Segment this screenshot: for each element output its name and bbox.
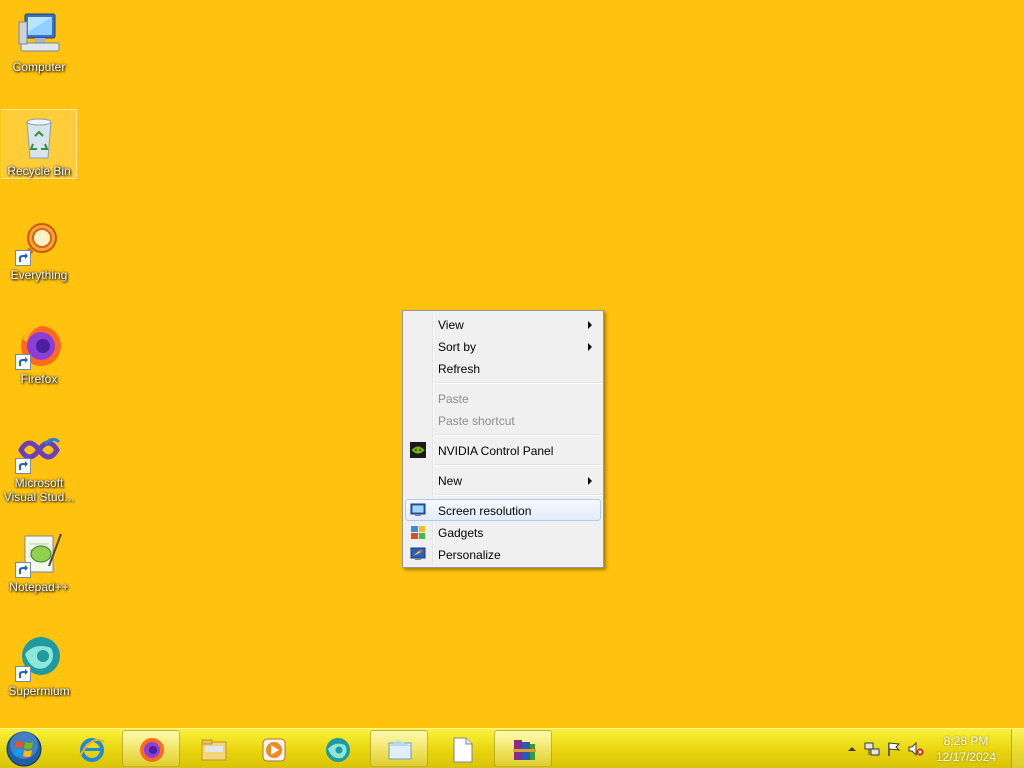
- display-icon: [410, 503, 426, 516]
- menu-item-label: View: [438, 318, 464, 332]
- menu-item-label: Paste: [438, 392, 469, 406]
- menu-separator: [433, 494, 601, 496]
- internet-explorer-icon: [79, 738, 105, 762]
- shortcut-arrow-icon: [15, 354, 31, 370]
- menu-item-paste-shortcut: Paste shortcut: [405, 409, 601, 431]
- submenu-arrow-icon: [588, 321, 592, 329]
- desktop-icon-label: Firefox: [20, 372, 58, 386]
- visual-studio-icon: [15, 426, 63, 474]
- menu-item-label: Refresh: [438, 362, 481, 376]
- menu-item-label: New: [438, 474, 463, 488]
- winrar-icon: [513, 740, 536, 760]
- menu-item-sort-by[interactable]: Sort by: [405, 335, 601, 357]
- system-tray: 8:28 PM 12/17/2024: [834, 729, 1024, 768]
- network-icon[interactable]: [864, 741, 880, 757]
- desktop-icon-label: Computer: [12, 60, 66, 74]
- taskbar-winrar[interactable]: [494, 730, 552, 767]
- media-player-icon: [262, 738, 286, 762]
- menu-item-screen-resolution[interactable]: Screen resolution: [405, 499, 601, 521]
- clock-date: 12/17/2024: [935, 750, 997, 764]
- menu-item-paste: Paste: [405, 387, 601, 409]
- shortcut-arrow-icon: [15, 458, 31, 474]
- menu-item-label: NVIDIA Control Panel: [438, 444, 554, 458]
- computer-icon: [15, 10, 63, 58]
- menu-item-new[interactable]: New: [405, 469, 601, 491]
- menu-item-label: Sort by: [438, 340, 477, 354]
- taskbar-folder-window[interactable]: [370, 730, 428, 767]
- shortcut-arrow-icon: [15, 562, 31, 578]
- taskbar-supermium[interactable]: [308, 730, 366, 767]
- clock-time: 8:28 PM: [943, 734, 989, 748]
- desktop-icon-label: Recycle Bin: [7, 164, 71, 178]
- show-hidden-icons-arrow[interactable]: [844, 741, 860, 757]
- start-button[interactable]: [4, 730, 44, 768]
- firefox-icon: [140, 738, 164, 762]
- gadgets-icon: [411, 526, 425, 539]
- shortcut-arrow-icon: [15, 666, 31, 682]
- menu-item-gadgets[interactable]: Gadgets: [405, 521, 601, 543]
- shortcut-arrow-icon: [15, 250, 31, 266]
- volume-muted-icon[interactable]: [908, 741, 924, 757]
- supermium-icon: [15, 634, 63, 682]
- desktop-context-menu: View Sort by Refresh Paste Paste shortcu…: [402, 310, 604, 568]
- submenu-arrow-icon: [588, 343, 592, 351]
- menu-item-label: Screen resolution: [438, 504, 532, 518]
- nvidia-icon: [410, 442, 426, 458]
- desktop-icon-notepad-plus-plus[interactable]: Notepad++: [2, 526, 76, 594]
- menu-separator: [433, 434, 601, 436]
- menu-item-label: Personalize: [438, 548, 501, 562]
- everything-search-icon: [15, 218, 63, 266]
- desktop-icon-supermium[interactable]: Supermium: [2, 630, 76, 698]
- menu-separator: [433, 464, 601, 466]
- menu-item-personalize[interactable]: Personalize: [405, 543, 601, 565]
- desktop-icon-visual-studio[interactable]: Microsoft Visual Stud...: [2, 422, 76, 504]
- submenu-arrow-icon: [588, 477, 592, 485]
- menu-item-view[interactable]: View: [405, 313, 601, 335]
- desktop-icon-firefox[interactable]: Firefox: [2, 318, 76, 386]
- taskbar-file-explorer[interactable]: [184, 730, 242, 767]
- action-center-flag-icon[interactable]: [886, 741, 902, 757]
- menu-item-label: Gadgets: [438, 526, 484, 540]
- menu-separator: [433, 382, 601, 384]
- windows-start-icon: [6, 731, 42, 767]
- desktop-icon-label: Supermium: [8, 684, 70, 698]
- blank-document-icon: [453, 737, 473, 763]
- firefox-icon: [15, 322, 63, 370]
- show-desktop-button[interactable]: [1011, 729, 1024, 768]
- desktop-icon-label: Microsoft Visual Stud...: [3, 476, 75, 504]
- menu-item-label: Paste shortcut: [438, 414, 515, 428]
- taskbar: 8:28 PM 12/17/2024: [0, 728, 1024, 768]
- taskbar-firefox[interactable]: [122, 730, 180, 767]
- recycle-bin-icon: [15, 114, 63, 162]
- taskbar-internet-explorer[interactable]: [62, 730, 120, 767]
- menu-item-nvidia-control-panel[interactable]: NVIDIA Control Panel: [405, 439, 601, 461]
- desktop-icon-label: Everything: [10, 268, 68, 282]
- folder-window-icon: [388, 740, 412, 760]
- taskbar-blank-document[interactable]: [432, 730, 490, 767]
- supermium-icon: [326, 738, 350, 762]
- desktop-icon-recycle-bin[interactable]: Recycle Bin: [1, 109, 77, 179]
- desktop-icon-everything[interactable]: Everything: [2, 214, 76, 282]
- taskbar-clock[interactable]: 8:28 PM 12/17/2024: [926, 733, 1006, 765]
- file-explorer-icon: [201, 739, 227, 761]
- taskbar-media-player[interactable]: [244, 730, 302, 767]
- menu-item-refresh[interactable]: Refresh: [405, 357, 601, 379]
- desktop-icon-label: Notepad++: [9, 580, 69, 594]
- personalize-icon: [410, 547, 426, 560]
- desktop-icon-computer[interactable]: Computer: [2, 6, 76, 74]
- notepad-plus-plus-icon: [15, 530, 63, 578]
